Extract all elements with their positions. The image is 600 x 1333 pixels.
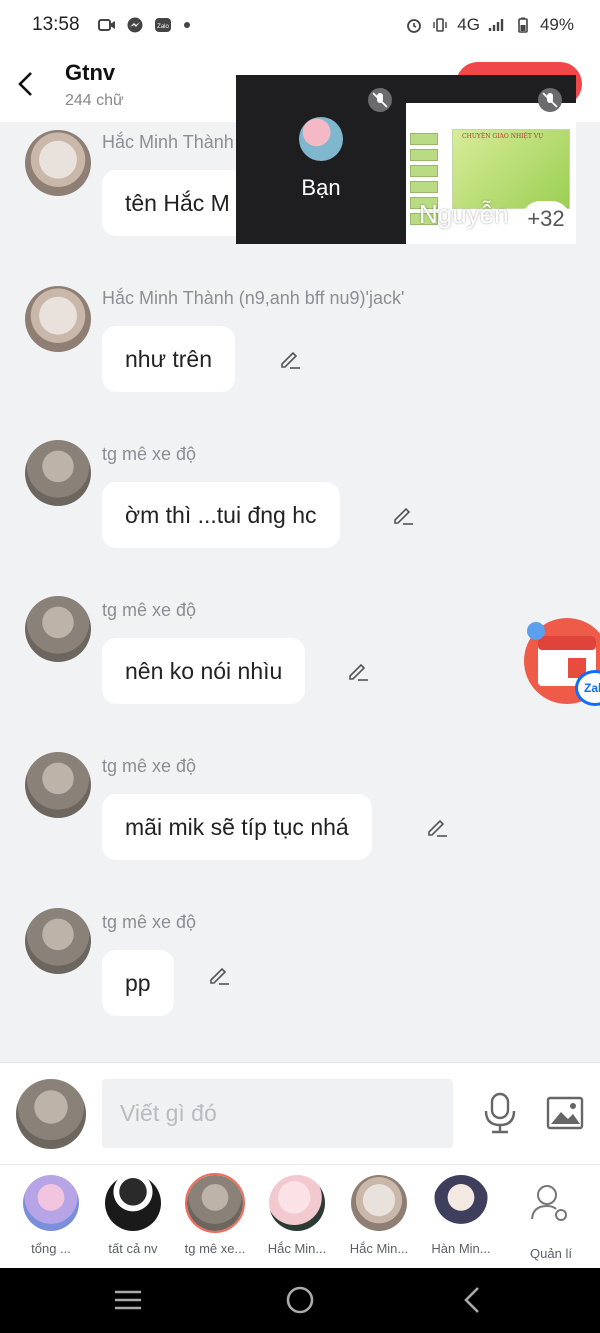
message-bubble[interactable]: nên ko nói nhìu <box>102 638 306 704</box>
zalo-icon: Zalo <box>154 18 171 32</box>
group-title[interactable]: Gtnv <box>65 60 115 86</box>
manage-user-icon <box>531 1185 567 1221</box>
manage-members-button[interactable]: Quản lí <box>510 1175 592 1261</box>
participant-count-badge[interactable]: +32 <box>522 201 570 237</box>
sender-name: tg mê xe độ <box>102 912 197 932</box>
sender-name: Hắc Minh Thành (n9,anh bff nu9)'jack' <box>102 288 405 308</box>
member-label: tg mê xe... <box>184 1241 246 1256</box>
video-call-icon <box>97 19 115 31</box>
svg-text:Zalo: Zalo <box>157 24 169 30</box>
my-avatar[interactable] <box>16 1079 86 1149</box>
sender-name: Hắc Minh Thành <box>102 132 234 152</box>
sender-name: tg mê xe độ <box>102 600 197 620</box>
alarm-icon <box>407 19 422 33</box>
sender-avatar[interactable] <box>25 130 91 196</box>
edit-pencil-icon[interactable] <box>278 346 302 370</box>
sender-name: tg mê xe độ <box>102 444 197 464</box>
slide-title: CHUYỆN GIAO NHIỆT VỤ <box>462 133 544 140</box>
calendar-notification-dot <box>527 622 545 640</box>
edit-pencil-icon[interactable] <box>425 814 449 838</box>
member-item[interactable]: tất cả nv <box>92 1175 174 1256</box>
sender-avatar[interactable] <box>25 440 91 506</box>
member-item[interactable]: tổng ... <box>10 1175 92 1256</box>
image-icon[interactable] <box>545 1093 585 1133</box>
member-label: tất cả nv <box>108 1241 158 1256</box>
battery-icon <box>518 17 528 33</box>
mic-muted-icon <box>368 88 392 112</box>
back-arrow-icon[interactable] <box>14 68 38 100</box>
message-bubble[interactable]: ờm thì ...tui đng hc <box>102 482 340 548</box>
status-time: 13:58 <box>32 14 80 35</box>
member-label: Hàn Min... <box>431 1241 491 1256</box>
mic-muted-icon <box>538 88 562 112</box>
system-nav-bar <box>0 1268 600 1333</box>
member-strip: tổng ... tất cả nv tg mê xe... Hắc Min..… <box>0 1164 600 1268</box>
slide-preview <box>452 129 570 209</box>
group-call-overlay[interactable]: Bạn CHUYỆN GIAO NHIỆT VỤ Nguyễn +32 <box>236 75 576 244</box>
system-status: 4G 49% <box>405 15 574 35</box>
member-avatar <box>351 1175 407 1231</box>
message-input[interactable] <box>102 1079 453 1148</box>
member-item[interactable]: tg mê xe... <box>174 1173 256 1256</box>
message-list[interactable]: Hắc Minh Thành tên Hắc M Hắc Minh Thành … <box>0 122 600 1062</box>
notification-icons: Zalo <box>97 17 200 33</box>
member-item[interactable]: Hàn Min... <box>420 1175 502 1256</box>
sender-avatar[interactable] <box>25 286 91 352</box>
group-subtitle: 244 chữ <box>65 92 124 109</box>
remote-participant-name: Nguyễn <box>419 199 509 229</box>
home-icon[interactable] <box>282 1282 318 1318</box>
member-label: tổng ... <box>31 1241 71 1256</box>
member-label: Quản lí <box>530 1246 572 1261</box>
sender-avatar[interactable] <box>25 908 91 974</box>
member-label: Hắc Min... <box>349 1241 409 1256</box>
sender-avatar[interactable] <box>25 596 91 662</box>
member-item[interactable]: Hắc Min... <box>338 1175 420 1256</box>
dot-icon <box>183 22 190 28</box>
battery-level: 49% <box>539 15 574 34</box>
sender-avatar[interactable] <box>25 752 91 818</box>
message-bubble[interactable]: như trên <box>102 326 236 392</box>
message-bubble[interactable]: tên Hắc M <box>102 170 253 236</box>
composer-bar <box>0 1062 600 1164</box>
recent-apps-icon[interactable] <box>110 1282 146 1318</box>
network-type: 4G <box>457 15 480 34</box>
status-bar: 13:58 Zalo 4G 49% <box>0 0 600 50</box>
message-bubble[interactable]: pp <box>102 950 174 1016</box>
self-avatar <box>299 117 343 161</box>
vibrate-icon <box>433 18 447 32</box>
member-avatar <box>23 1175 79 1231</box>
back-nav-icon[interactable] <box>455 1282 491 1318</box>
edit-pencil-icon[interactable] <box>346 658 370 682</box>
messenger-icon <box>127 17 143 33</box>
member-avatar <box>105 1175 161 1231</box>
member-avatar <box>269 1175 325 1231</box>
microphone-icon[interactable] <box>480 1091 520 1135</box>
self-label: Bạn <box>301 175 341 200</box>
edit-pencil-icon[interactable] <box>391 502 415 526</box>
member-item[interactable]: Hắc Min... <box>256 1175 338 1256</box>
member-avatar <box>433 1175 489 1231</box>
message-bubble[interactable]: mãi mik sẽ típ tục nhá <box>102 794 372 860</box>
edit-pencil-icon[interactable] <box>207 962 231 986</box>
signal-icon <box>488 19 504 31</box>
member-label: Hắc Min... <box>267 1241 327 1256</box>
member-avatar <box>185 1173 245 1233</box>
sender-name: tg mê xe độ <box>102 756 197 776</box>
